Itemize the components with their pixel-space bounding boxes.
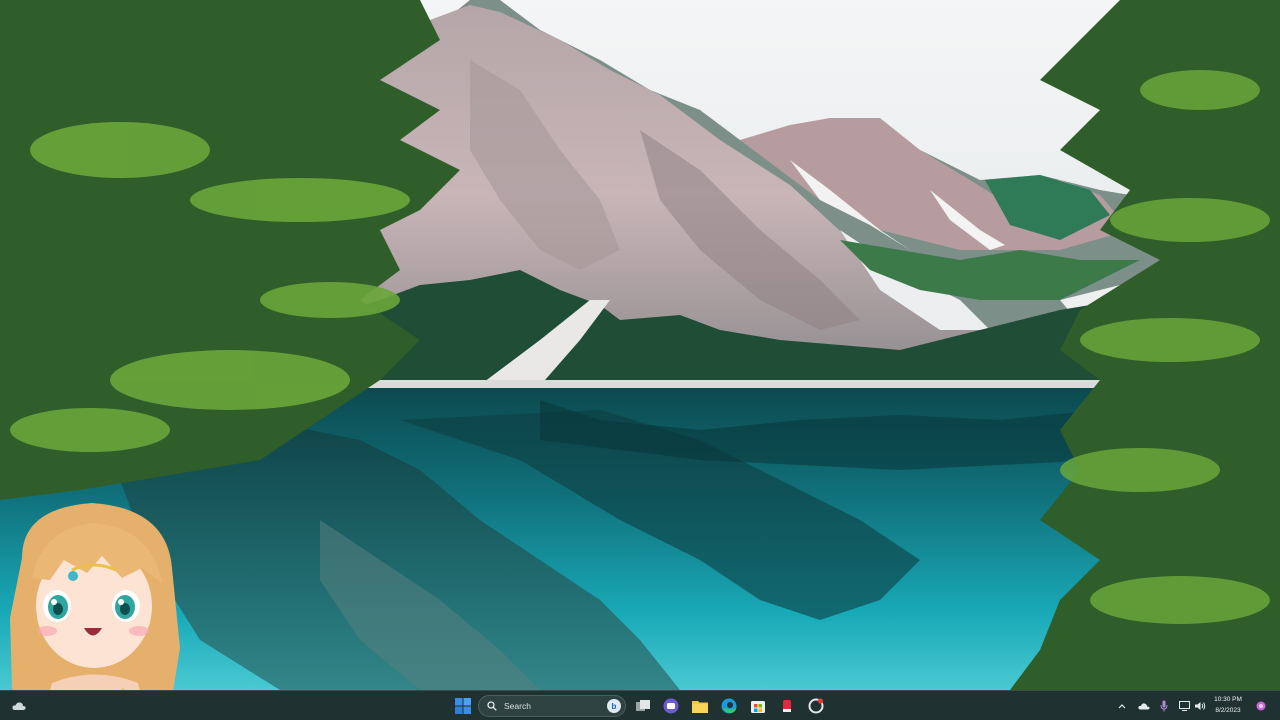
search-icon [487, 701, 497, 711]
search-label: Search [504, 701, 531, 711]
file-explorer-button[interactable] [689, 695, 711, 717]
red-app-icon [783, 700, 791, 712]
speaker-icon [1194, 702, 1205, 710]
task-view-button[interactable] [632, 695, 654, 717]
edge-icon [721, 698, 737, 714]
cloud-icon [1138, 703, 1150, 710]
chevron-up-icon [1118, 704, 1126, 709]
circle-app-icon [808, 698, 824, 714]
chat-icon [663, 698, 679, 714]
anime-avatar [10, 503, 180, 720]
start-button[interactable] [452, 695, 474, 717]
chat-button[interactable] [660, 695, 682, 717]
volume-tray-icon[interactable] [1193, 695, 1207, 717]
app-red-button[interactable] [776, 695, 798, 717]
network-tray-icon[interactable] [1177, 695, 1191, 717]
taskbar-clock[interactable]: 10:30 PM 8/2/2023 [1208, 694, 1248, 718]
bing-icon[interactable]: b [607, 699, 621, 713]
microphone-icon [1160, 700, 1168, 712]
taskbar-search[interactable]: Search b [478, 695, 626, 717]
copilot-icon [1256, 701, 1266, 711]
clock-time: 10:30 PM [1214, 696, 1242, 703]
taskbar: Search b 10:30 PM 8/2/2023 [0, 690, 1280, 720]
show-hidden-icons-button[interactable] [1115, 695, 1129, 717]
network-icon [1178, 701, 1190, 711]
notification-center-button[interactable] [1254, 695, 1268, 717]
windows-logo-icon [455, 698, 471, 714]
desktop [0, 0, 1280, 690]
weather-widget-icon[interactable] [8, 695, 30, 717]
store-button[interactable] [747, 695, 769, 717]
mountain-lake-wallpaper [0, 0, 1280, 690]
store-icon [751, 701, 765, 713]
folder-icon [692, 701, 708, 713]
task-view-icon [636, 700, 650, 711]
app-circle-button[interactable] [805, 695, 827, 717]
edge-button[interactable] [718, 695, 740, 717]
clock-date: 8/2/2023 [1215, 707, 1241, 714]
microphone-tray-icon[interactable] [1157, 695, 1171, 717]
onedrive-tray-icon[interactable] [1136, 695, 1152, 717]
